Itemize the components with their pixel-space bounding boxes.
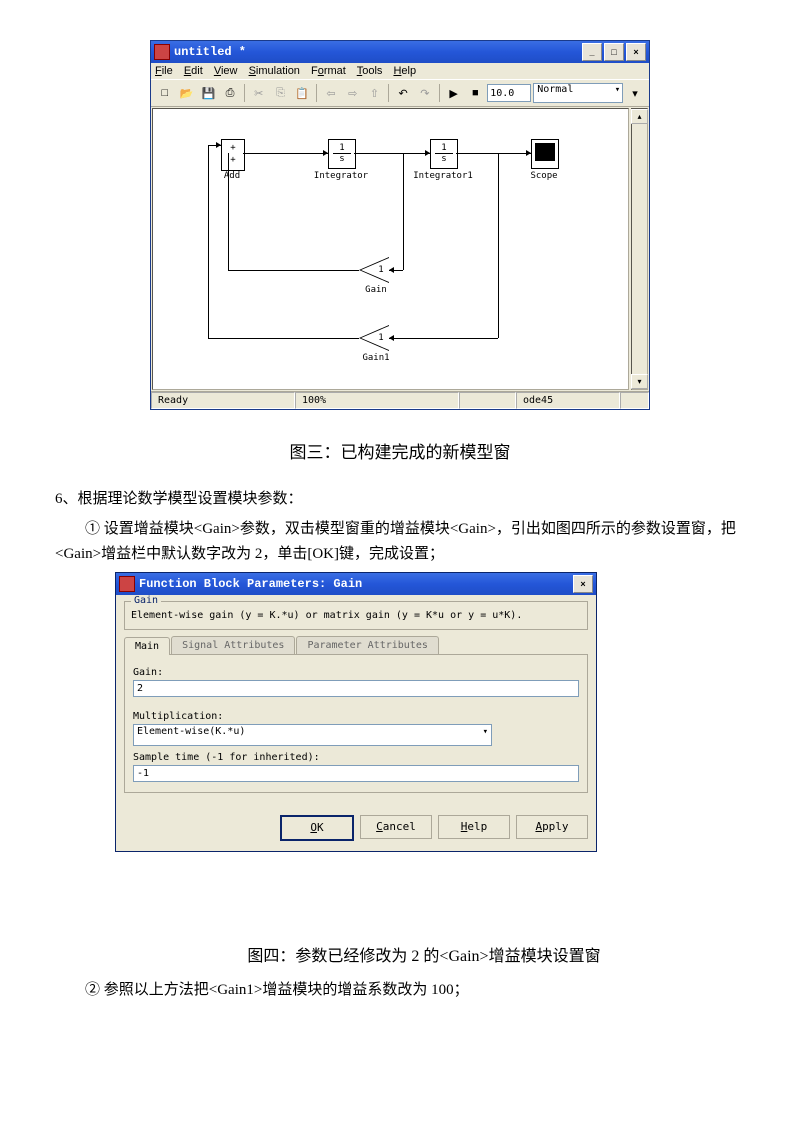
gain-dialog-window: Function Block Parameters: Gain × Gain E… [115, 572, 597, 852]
status-zoom: 100% [295, 392, 459, 409]
minimize-button[interactable]: _ [582, 43, 602, 61]
gain-desc: Element-wise gain (y = K.*u) or matrix g… [131, 610, 581, 621]
back-icon[interactable]: ⇦ [321, 83, 341, 103]
para-6: 6、根据理论数学模型设置模块参数： [55, 487, 745, 513]
open-icon[interactable]: 📂 [177, 83, 197, 103]
label-integrator: Integrator [313, 171, 369, 181]
menu-simulation[interactable]: Simulation [249, 65, 300, 77]
window-title: untitled * [174, 45, 580, 59]
block-integrator1[interactable]: 1 s [430, 139, 458, 169]
button-row: OOKK Cancel Help Apply [124, 815, 588, 841]
tab-parameter-attributes[interactable]: Parameter Attributes [296, 636, 438, 654]
gain-label: Gain: [133, 667, 579, 678]
ok-button[interactable]: OOKK [280, 815, 354, 841]
mode-dropdown[interactable]: Normal [533, 83, 623, 103]
toolbar: □ 📂 💾 ⎙ ✂ ⎘ 📋 ⇦ ⇨ ⇧ ↶ ↷ ▶ ■ Normal ▾ [151, 79, 649, 107]
help-button[interactable]: Help [438, 815, 510, 839]
sample-label: Sample time (-1 for inherited): [133, 752, 579, 763]
maximize-button[interactable]: □ [604, 43, 624, 61]
para-6b: ② 参照以上方法把<Gain1>增益模块的增益系数改为 100； [55, 978, 745, 1004]
stop-icon[interactable]: ■ [465, 83, 485, 103]
model-canvas[interactable]: ++ Add 1 s Integrator 1 s Integrator1 Sc… [152, 108, 629, 390]
statusbar: Ready 100% ode45 [151, 391, 649, 409]
label-gain1: Gain1 [358, 353, 394, 363]
stop-time-input[interactable] [487, 84, 531, 102]
status-ready: Ready [151, 392, 295, 409]
gain-input[interactable] [133, 680, 579, 697]
app-icon [154, 44, 170, 60]
redo-icon[interactable]: ↷ [415, 83, 435, 103]
dlg-title: Function Block Parameters: Gain [139, 577, 571, 591]
tab-main[interactable]: Main [124, 637, 170, 655]
menubar: File Edit View Simulation Format Tools H… [151, 63, 649, 79]
copy-icon[interactable]: ⎘ [271, 83, 291, 103]
save-icon[interactable]: 💾 [198, 83, 218, 103]
dlg-titlebar: Function Block Parameters: Gain × [116, 573, 596, 595]
cut-icon[interactable]: ✂ [249, 83, 269, 103]
mult-label: Multiplication: [133, 711, 221, 722]
label-gain: Gain [361, 285, 391, 295]
caption-fig3: 图三：已构建完成的新模型窗 [55, 438, 745, 463]
app-icon [119, 576, 135, 592]
caption-fig4: 图四：参数已经修改为 2 的<Gain>增益模块设置窗 [55, 942, 745, 966]
up-icon[interactable]: ⇧ [365, 83, 385, 103]
vertical-scrollbar[interactable]: ▴▾ [631, 108, 648, 390]
titlebar: untitled * _ □ × [151, 41, 649, 63]
forward-icon[interactable]: ⇨ [343, 83, 363, 103]
simulink-model-window: untitled * _ □ × File Edit View Simulati… [150, 40, 650, 410]
para-6a: ① 设置增益模块<Gain>参数，双击模型窗重的增益模块<Gain>，引出如图四… [55, 517, 745, 568]
menu-format[interactable]: Format [311, 65, 346, 77]
new-icon[interactable]: □ [155, 83, 175, 103]
label-integrator1: Integrator1 [411, 171, 475, 181]
group-title: Gain [131, 595, 161, 606]
apply-button[interactable]: Apply [516, 815, 588, 839]
close-button[interactable]: × [573, 575, 593, 593]
tabs: Main Signal Attributes Parameter Attribu… [124, 636, 588, 655]
sample-input[interactable] [133, 765, 579, 782]
label-add: Add [215, 171, 249, 181]
extra-dropdown[interactable]: ▾ [625, 83, 645, 103]
menu-tools[interactable]: Tools [357, 65, 383, 77]
menu-edit[interactable]: Edit [184, 65, 203, 77]
block-integrator[interactable]: 1 s [328, 139, 356, 169]
status-solver: ode45 [516, 392, 620, 409]
close-button[interactable]: × [626, 43, 646, 61]
block-scope[interactable] [531, 139, 559, 169]
group-gain: Gain Element-wise gain (y = K.*u) or mat… [124, 601, 588, 630]
menu-help[interactable]: Help [393, 65, 416, 77]
cancel-button[interactable]: Cancel [360, 815, 432, 839]
print-icon[interactable]: ⎙ [220, 83, 240, 103]
menu-view[interactable]: View [214, 65, 238, 77]
block-add[interactable]: ++ [221, 139, 245, 171]
undo-icon[interactable]: ↶ [393, 83, 413, 103]
mult-dropdown[interactable]: Element-wise(K.*u) [133, 724, 492, 746]
tab-signal-attributes[interactable]: Signal Attributes [171, 636, 295, 654]
paste-icon[interactable]: 📋 [292, 83, 312, 103]
run-icon[interactable]: ▶ [444, 83, 464, 103]
label-scope: Scope [523, 171, 565, 181]
menu-file[interactable]: File [155, 65, 173, 77]
